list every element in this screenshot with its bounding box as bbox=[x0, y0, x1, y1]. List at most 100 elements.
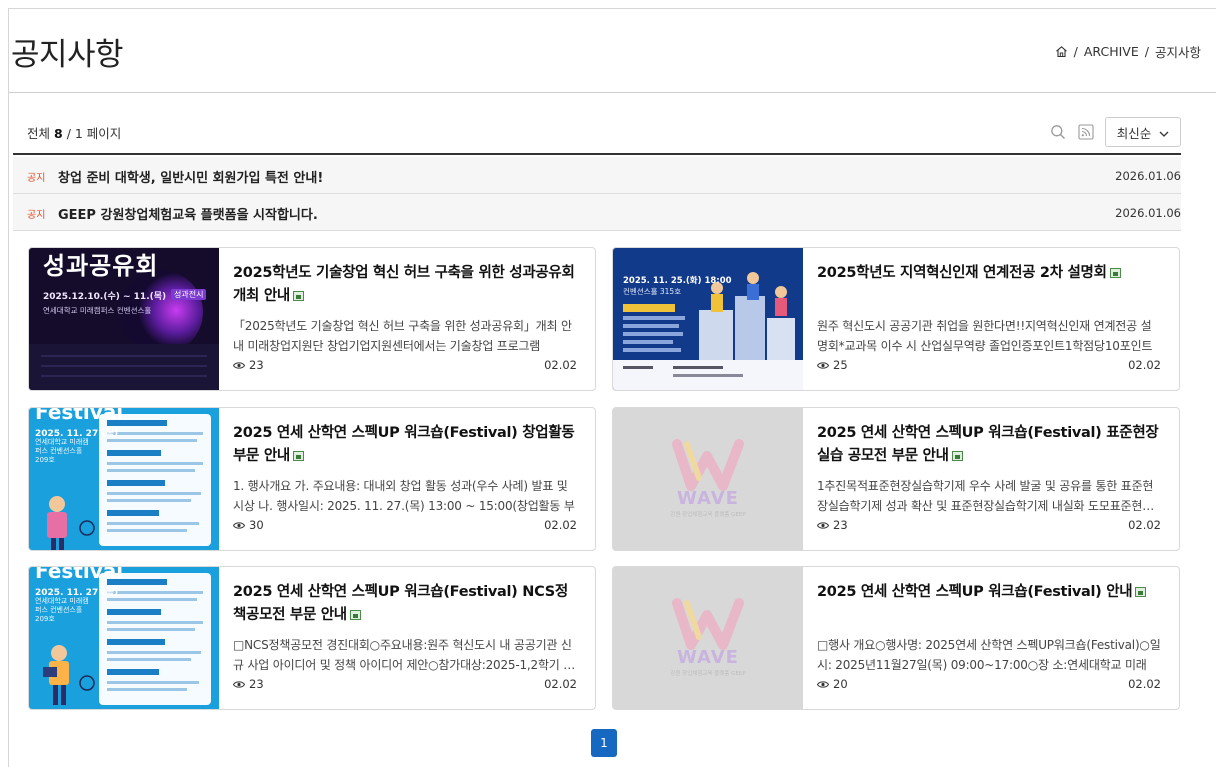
breadcrumb-current: 공지사항 bbox=[1154, 45, 1201, 60]
view-count-value: 23 bbox=[249, 677, 264, 691]
notice-row[interactable]: 공지 창업 준비 대학생, 일반시민 회원가입 특전 안내! 2026.01.0… bbox=[13, 157, 1181, 194]
notice-tag: 공지 bbox=[27, 173, 46, 184]
page-frame: 공지사항 / ARCHIVE / 공지사항 전체 8 / 1 페이지 최신순 공… bbox=[8, 8, 1216, 767]
post-title-text[interactable]: 2025 연세 산학연 스펙UP 워크숍(Festival) NCS정책공모전 … bbox=[233, 584, 568, 623]
image-attachment-icon bbox=[951, 451, 963, 461]
post-body: 2025 연세 산학연 스펙UP 워크숍(Festival) NCS정책공모전 … bbox=[233, 581, 577, 701]
post-thumbnail[interactable]: Festival 2025. 11. 27.(목) 연세대학교 미래캠퍼스 컨벤… bbox=[29, 567, 219, 709]
wave-caption: 강원 창업체험교육 플랫폼 GEEP bbox=[670, 512, 746, 518]
view-count-value: 23 bbox=[833, 518, 848, 532]
breadcrumb-archive[interactable]: ARCHIVE bbox=[1084, 44, 1139, 59]
image-attachment-icon bbox=[292, 291, 304, 301]
post-excerpt: □NCS정책공모전 경진대회○주요내용:원주 혁신도시 내 공공기관 신규 사업… bbox=[233, 638, 576, 672]
view-count: 20 bbox=[817, 677, 848, 691]
post-excerpt: 원주 혁신도시 공공기관 취업을 원한다면!!지역혁신인재 연계전공 설명회*교… bbox=[817, 319, 1153, 353]
thumbnail-tag: 성과전시 bbox=[171, 289, 207, 300]
post-body: 2025 연세 산학연 스펙UP 워크숍(Festival) 안내 □행사 개요… bbox=[817, 581, 1161, 701]
thumbnail-date: 2025. 11. 25.(화) 18:00 bbox=[623, 276, 732, 286]
post-body: 2025학년도 기술창업 혁신 허브 구축을 위한 성과공유회 개최 안내 「2… bbox=[233, 262, 577, 382]
post-thumbnail[interactable]: 2025. 11. 25.(화) 18:00 컨벤션스홀 315호 bbox=[613, 248, 803, 390]
notice-title[interactable]: GEEP 강원창업체험교육 플랫폼을 시작합니다. bbox=[58, 204, 318, 223]
pagination-page-1[interactable]: 1 bbox=[591, 729, 617, 757]
thumbnail-venue: 연세대학교 미래캠퍼스 컨벤션스홀 209호 bbox=[35, 438, 89, 464]
post-thumbnail[interactable]: WAVE 강원 창업체험교육 플랫폼 GEEP bbox=[613, 408, 803, 550]
post-card[interactable]: Festival 2025. 11. 27.(목) 연세대학교 미래캠퍼스 컨벤… bbox=[28, 407, 596, 551]
image-attachment-icon bbox=[349, 610, 361, 620]
view-count-value: 23 bbox=[249, 358, 264, 372]
post-title[interactable]: 2025학년도 기술창업 혁신 허브 구축을 위한 성과공유회 개최 안내 bbox=[233, 262, 577, 308]
post-excerpt: 「2025학년도 기술창업 혁신 허브 구축을 위한 성과공유회」개최 안내 미… bbox=[233, 319, 572, 353]
view-count: 23 bbox=[817, 518, 848, 532]
post-card[interactable]: Festival 2025. 11. 27.(목) 연세대학교 미래캠퍼스 컨벤… bbox=[28, 566, 596, 710]
post-title-text[interactable]: 2025 연세 산학연 스펙UP 워크숍(Festival) 창업활동 부문 안… bbox=[233, 425, 575, 464]
post-title-text[interactable]: 2025학년도 기술창업 혁신 허브 구축을 위한 성과공유회 개최 안내 bbox=[233, 265, 575, 304]
post-body: 2025 연세 산학연 스펙UP 워크숍(Festival) 표준현장실습 공모… bbox=[817, 422, 1161, 542]
post-title[interactable]: 2025 연세 산학연 스펙UP 워크숍(Festival) NCS정책공모전 … bbox=[233, 581, 577, 627]
post-title[interactable]: 2025 연세 산학연 스펙UP 워크숍(Festival) 표준현장실습 공모… bbox=[817, 422, 1161, 468]
thumbnail-date: 2025.12.10.(수) ~ 11.(목) bbox=[43, 292, 167, 302]
wave-logo: WAVE bbox=[677, 647, 739, 668]
sort-select[interactable]: 최신순 bbox=[1105, 117, 1181, 147]
post-count: 전체 8 / 1 페이지 bbox=[27, 123, 121, 142]
post-excerpt: □행사 개요○행사명: 2025연세 산학연 스펙UP워크숍(Festival)… bbox=[817, 638, 1161, 672]
post-card[interactable]: 성과공유회 2025.12.10.(수) ~ 11.(목) 성과전시 연세대학교… bbox=[28, 247, 596, 391]
view-count-value: 25 bbox=[833, 358, 848, 372]
post-body: 2025 연세 산학연 스펙UP 워크숍(Festival) 창업활동 부문 안… bbox=[233, 422, 577, 542]
thumbnail-venue: 연세대학교 미래캠퍼스 컨벤션스홀 bbox=[43, 306, 152, 315]
thumbnail-venue: 연세대학교 미래캠퍼스 컨벤션스홀 209호 bbox=[35, 597, 89, 623]
eye-icon bbox=[817, 680, 829, 688]
page-header: 공지사항 / ARCHIVE / 공지사항 bbox=[9, 9, 1216, 93]
breadcrumb-separator: / bbox=[1144, 44, 1149, 59]
post-thumbnail[interactable]: Festival 2025. 11. 27.(목) 연세대학교 미래캠퍼스 컨벤… bbox=[29, 408, 219, 550]
post-date: 02.02 bbox=[1128, 677, 1161, 691]
notice-tag: 공지 bbox=[27, 210, 46, 221]
view-count: 25 bbox=[817, 358, 848, 372]
eye-icon bbox=[817, 521, 829, 529]
post-date: 02.02 bbox=[1128, 518, 1161, 532]
post-title[interactable]: 2025학년도 지역혁신인재 연계전공 2차 설명회 bbox=[817, 262, 1161, 308]
eye-icon bbox=[233, 361, 245, 369]
notice-date: 2026.01.06 bbox=[1115, 206, 1181, 220]
post-title[interactable]: 2025 연세 산학연 스펙UP 워크숍(Festival) 안내 bbox=[817, 581, 1161, 627]
page-title: 공지사항 bbox=[11, 37, 124, 73]
post-title-text[interactable]: 2025 연세 산학연 스펙UP 워크숍(Festival) 표준현장실습 공모… bbox=[817, 425, 1159, 464]
post-card[interactable]: 2025. 11. 25.(화) 18:00 컨벤션스홀 315호 2025학년… bbox=[612, 247, 1180, 391]
home-icon[interactable] bbox=[1055, 45, 1068, 58]
chevron-down-icon bbox=[1159, 125, 1169, 140]
search-icon[interactable] bbox=[1049, 123, 1067, 141]
post-excerpt: 1. 행사개요 가. 주요내용: 대내외 창업 활동 성과(우수 사례) 발표 … bbox=[233, 479, 575, 513]
post-thumbnail[interactable]: WAVE 강원 창업체험교육 플랫폼 GEEP bbox=[613, 567, 803, 709]
thumbnail-venue: 컨벤션스홀 315호 bbox=[623, 287, 682, 296]
view-count: 30 bbox=[233, 518, 264, 532]
notice-row[interactable]: 공지 GEEP 강원창업체험교육 플랫폼을 시작합니다. 2026.01.06 bbox=[13, 194, 1181, 231]
view-count-value: 20 bbox=[833, 677, 848, 691]
breadcrumb-separator: / bbox=[1073, 44, 1078, 59]
post-title-text[interactable]: 2025학년도 지역혁신인재 연계전공 2차 설명회 bbox=[817, 265, 1107, 281]
total-count: 8 bbox=[54, 126, 63, 141]
post-title-text[interactable]: 2025 연세 산학연 스펙UP 워크숍(Festival) 안내 bbox=[817, 584, 1133, 600]
wave-logo: WAVE bbox=[677, 488, 739, 509]
view-count: 23 bbox=[233, 677, 264, 691]
post-thumbnail[interactable]: 성과공유회 2025.12.10.(수) ~ 11.(목) 성과전시 연세대학교… bbox=[29, 248, 219, 390]
eye-icon bbox=[233, 680, 245, 688]
post-body: 2025학년도 지역혁신인재 연계전공 2차 설명회 원주 혁신도시 공공기관 … bbox=[817, 262, 1161, 382]
wave-caption: 강원 창업체험교육 플랫폼 GEEP bbox=[670, 671, 746, 677]
post-excerpt: 1추진목적표준현장실습학기제 우수 사례 발굴 및 공유를 통한 표준현장실습학… bbox=[817, 479, 1155, 513]
view-count: 23 bbox=[233, 358, 264, 372]
image-attachment-icon bbox=[1109, 268, 1121, 278]
post-date: 02.02 bbox=[544, 518, 577, 532]
post-title[interactable]: 2025 연세 산학연 스펙UP 워크숍(Festival) 창업활동 부문 안… bbox=[233, 422, 577, 468]
notice-date: 2026.01.06 bbox=[1115, 169, 1181, 183]
post-date: 02.02 bbox=[544, 677, 577, 691]
page-info: / 1 페이지 bbox=[66, 126, 122, 141]
post-card[interactable]: WAVE 강원 창업체험교육 플랫폼 GEEP 2025 연세 산학연 스펙UP… bbox=[612, 566, 1180, 710]
list-toolbar: 전체 8 / 1 페이지 최신순 bbox=[13, 107, 1181, 155]
thumbnail-headline: Festival bbox=[35, 408, 124, 424]
sort-label: 최신순 bbox=[1116, 125, 1152, 141]
view-count-value: 30 bbox=[249, 518, 264, 532]
total-label: 전체 bbox=[27, 126, 51, 141]
thumbnail-headline: 성과공유회 bbox=[43, 252, 159, 280]
post-card[interactable]: WAVE 강원 창업체험교육 플랫폼 GEEP 2025 연세 산학연 스펙UP… bbox=[612, 407, 1180, 551]
rss-icon[interactable] bbox=[1077, 123, 1095, 141]
notice-title[interactable]: 창업 준비 대학생, 일반시민 회원가입 특전 안내! bbox=[58, 167, 323, 186]
